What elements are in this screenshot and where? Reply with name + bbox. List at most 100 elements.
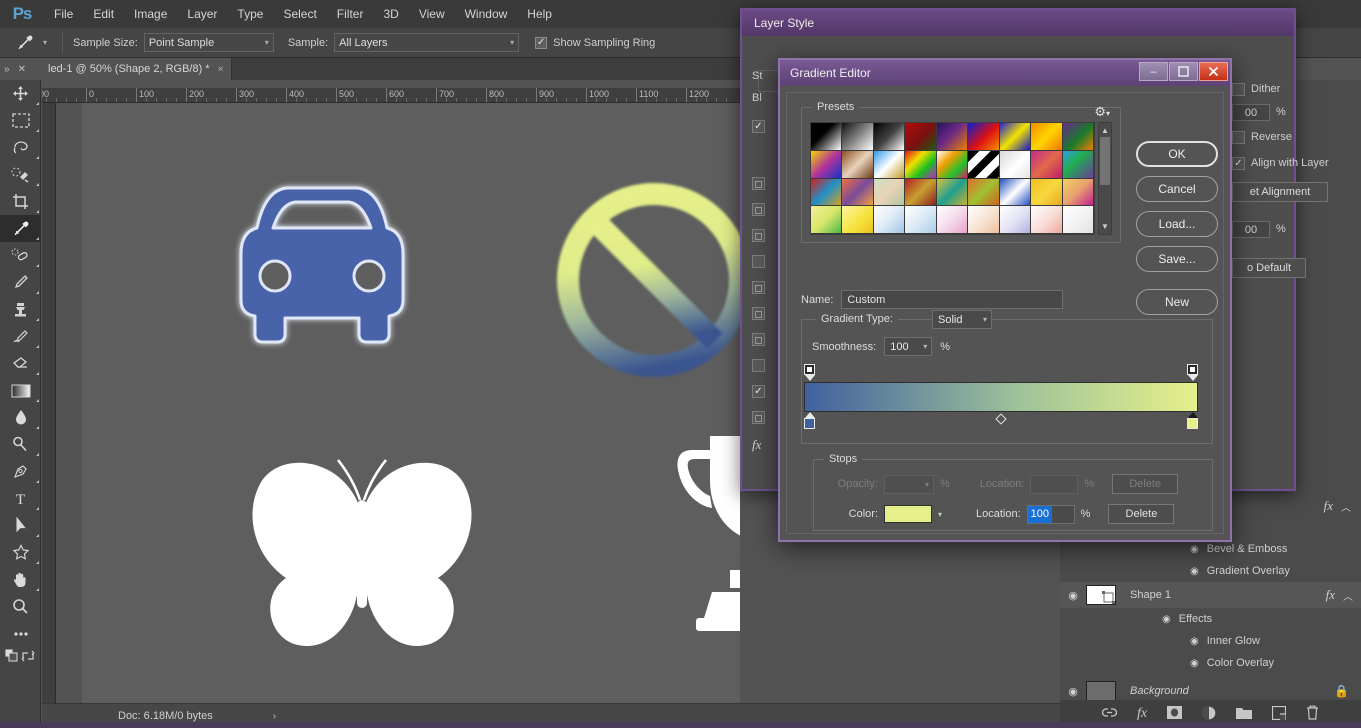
menu-select[interactable]: Select [273,0,326,28]
eye-icon[interactable]: ◉ [1190,566,1199,577]
default-colors-icon[interactable] [5,649,19,663]
layer-thumbnail[interactable] [1086,585,1116,605]
menu-help[interactable]: Help [517,0,562,28]
effect-checkbox[interactable] [752,411,765,424]
menu-layer[interactable]: Layer [177,0,227,28]
color-stop-end[interactable] [1187,412,1198,429]
gradient-preset-swatch[interactable] [936,178,969,207]
layer-thumbnail[interactable] [1086,681,1116,701]
car-shape[interactable] [207,168,437,368]
gradient-preset-swatch[interactable] [936,206,969,234]
pen-tool[interactable] [0,458,41,485]
blur-tool[interactable] [0,404,41,431]
gradient-preset-swatch[interactable] [811,206,843,234]
chevron-down-icon[interactable]: ▾ [938,510,942,519]
ok-button[interactable]: OK [1136,141,1218,167]
minimize-icon[interactable]: – [1139,62,1168,81]
custom-shape-tool[interactable] [0,539,41,566]
gradient-preset-swatch[interactable] [811,178,843,207]
gradient-preset-swatch[interactable] [842,206,874,234]
effect-checkbox[interactable] [752,229,765,242]
folder-icon[interactable] [1236,707,1253,722]
menu-window[interactable]: Window [455,0,518,28]
presets-scrollbar[interactable]: ▲ ▼ [1098,122,1112,235]
gradient-preset-swatch[interactable] [905,178,937,207]
layer-effect-row[interactable]: ◉ Gradient Overlay [1060,560,1361,582]
gradient-preset-swatch[interactable] [999,178,1032,207]
rectangular-marquee-tool[interactable] [0,107,41,134]
load-button[interactable]: Load... [1136,211,1218,237]
make-default-button[interactable]: o Default [1232,258,1306,278]
gradient-preset-swatch[interactable] [968,206,1000,234]
gradient-editor-titlebar[interactable]: Gradient Editor – [780,60,1230,86]
color-delete-button[interactable]: Delete [1108,504,1175,524]
no-entry-shape[interactable] [547,173,740,388]
swap-colors-icon[interactable] [21,649,35,663]
gradient-preset-swatch[interactable] [873,178,906,207]
color-location-input[interactable]: 100 [1026,504,1075,524]
adjustment-icon[interactable] [1202,706,1216,723]
effect-checkbox[interactable] [752,203,765,216]
close-panel-icon[interactable]: ✕ [18,64,26,75]
gradient-preset-swatch[interactable] [1062,150,1094,179]
gradient-type-select[interactable]: Solid ▾ [932,310,992,329]
scale-field[interactable]: 00 [1232,220,1270,238]
gradient-preview-bar[interactable] [804,382,1198,412]
gradient-preset-swatch[interactable] [873,206,906,234]
cancel-button[interactable]: Cancel [1136,176,1218,202]
hand-tool[interactable] [0,566,41,593]
layer-effect-row[interactable]: ◉ Color Overlay [1060,652,1361,674]
maximize-icon[interactable] [1169,62,1198,81]
effect-checkbox[interactable] [752,307,765,320]
eye-icon[interactable]: ◉ [1190,658,1199,669]
gradient-midpoint-marker[interactable] [995,413,1007,425]
effect-checkbox[interactable] [752,120,765,133]
opacity-stop-square[interactable] [804,364,815,375]
smoothness-input[interactable]: 100 ▾ [884,337,933,356]
eye-icon[interactable]: ◉ [1190,544,1199,555]
show-sampling-ring-checkbox[interactable]: Show Sampling Ring [535,36,661,49]
eye-icon[interactable]: ◉ [1162,614,1171,625]
new-button[interactable]: New [1136,289,1218,315]
new-layer-icon[interactable] [1271,705,1287,723]
trophy-shape[interactable] [672,428,740,633]
menu-3d[interactable]: 3D [373,0,408,28]
fx-icon[interactable]: fx [1326,587,1335,603]
dither-checkbox[interactable] [1232,82,1245,96]
gradient-strip-area[interactable] [804,364,1198,436]
clone-stamp-tool[interactable] [0,296,41,323]
eye-icon[interactable]: ◉ [1060,685,1086,698]
horizontal-type-tool[interactable]: T [0,485,41,512]
gradient-preset-swatch[interactable] [1062,123,1094,151]
zoom-tool[interactable] [0,593,41,620]
save-button[interactable]: Save... [1136,246,1218,272]
gradient-preset-swatch[interactable] [1031,206,1063,234]
gradient-preset-swatch[interactable] [842,178,874,207]
opacity-stop-square[interactable] [1187,364,1198,375]
menu-image[interactable]: Image [124,0,177,28]
chevron-up-icon[interactable]: ︿ [1343,588,1353,603]
effect-checkbox[interactable] [752,359,765,372]
gradient-preset-swatch[interactable] [936,123,969,151]
reset-alignment-button[interactable]: et Alignment [1232,182,1328,202]
history-brush-tool[interactable] [0,323,41,350]
gradient-preset-swatch[interactable] [968,150,1000,179]
layer-row[interactable]: ◉ Shape 1 fx ︿ [1060,582,1361,608]
color-stop-start[interactable] [804,412,815,429]
gradient-preset-swatch[interactable] [1062,178,1094,207]
mask-icon[interactable] [1167,706,1183,722]
gradient-preset-swatch[interactable] [905,150,937,179]
gradient-preset-swatch[interactable] [842,123,874,151]
gradient-preset-swatch[interactable] [936,150,969,179]
close-icon[interactable] [1199,62,1228,81]
gradient-preset-swatch[interactable] [811,123,843,151]
spot-healing-brush-tool[interactable] [0,242,41,269]
gradient-overlay-checkbox[interactable] [752,385,765,398]
lasso-tool[interactable] [0,134,41,161]
color-stop-swatch[interactable] [884,505,932,523]
gradient-preset-swatch[interactable] [873,123,906,151]
reverse-checkbox[interactable] [1232,130,1245,144]
edit-toolbar-tool[interactable] [0,620,41,647]
brush-tool[interactable] [0,269,41,296]
document-tab[interactable]: led-1 @ 50% (Shape 2, RGB/8) * × [42,58,233,80]
